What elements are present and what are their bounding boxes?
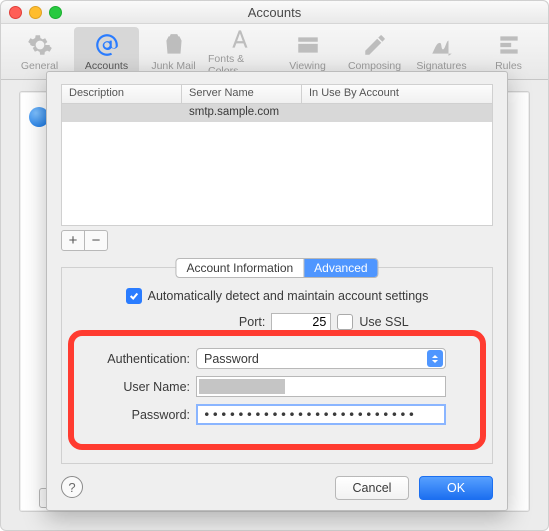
fonts-icon [227, 26, 255, 52]
minimize-window-button[interactable] [29, 6, 42, 19]
close-window-button[interactable] [9, 6, 22, 19]
trash-bag-icon [160, 31, 188, 59]
port-label: Port: [145, 315, 265, 329]
username-label: User Name: [62, 380, 190, 394]
toolbar-item-rules[interactable]: Rules [476, 27, 541, 77]
toolbar-item-composing[interactable]: Composing [342, 27, 407, 77]
cell-inuse [302, 104, 492, 122]
username-input[interactable] [196, 376, 446, 397]
authentication-value: Password [204, 352, 259, 366]
remove-server-button[interactable]: − [85, 231, 107, 250]
toolbar-item-accounts[interactable]: Accounts [74, 27, 139, 77]
toolbar-item-general[interactable]: General [7, 27, 72, 77]
cancel-button[interactable]: Cancel [335, 476, 409, 500]
password-row: Password: ••••••••••••••••••••••••• [62, 404, 492, 425]
server-settings-pane: Account Information Advanced Automatical… [61, 267, 493, 464]
port-input[interactable] [271, 313, 331, 331]
server-add-remove: + − [61, 230, 108, 251]
help-button[interactable]: ? [61, 476, 83, 498]
toolbar-item-signatures[interactable]: Signatures [409, 27, 474, 77]
authentication-row: Authentication: Password [62, 348, 492, 369]
toolbar-item-viewing[interactable]: Viewing [275, 27, 340, 77]
window-controls [9, 6, 62, 19]
auto-detect-checkbox[interactable] [126, 288, 142, 304]
toolbar-item-fonts[interactable]: Fonts & Colors [208, 27, 273, 77]
cell-server: smtp.sample.com [182, 104, 302, 122]
smtp-server-sheet: Description Server Name In Use By Accoun… [46, 71, 508, 511]
col-in-use[interactable]: In Use By Account [302, 85, 492, 103]
tab-account-information[interactable]: Account Information [176, 259, 304, 277]
add-server-button[interactable]: + [62, 231, 85, 250]
ok-button[interactable]: OK [419, 476, 493, 500]
use-ssl-label: Use SSL [359, 315, 408, 329]
window-title: Accounts [248, 5, 301, 20]
col-server-name[interactable]: Server Name [182, 85, 302, 103]
chevron-updown-icon [427, 350, 443, 367]
compose-icon [361, 31, 389, 59]
password-input[interactable]: ••••••••••••••••••••••••• [196, 404, 446, 425]
tab-advanced[interactable]: Advanced [304, 259, 377, 277]
signature-icon [428, 31, 456, 59]
authentication-select[interactable]: Password [196, 348, 446, 369]
auto-detect-row: Automatically detect and maintain accoun… [62, 288, 492, 304]
smtp-server-table[interactable]: Description Server Name In Use By Accoun… [61, 84, 493, 226]
col-description[interactable]: Description [62, 85, 182, 103]
zoom-window-button[interactable] [49, 6, 62, 19]
toolbar-item-junk[interactable]: Junk Mail [141, 27, 206, 77]
eye-icon [294, 31, 322, 59]
username-row: User Name: [62, 376, 492, 397]
cell-description [62, 104, 182, 122]
rules-icon [495, 31, 523, 59]
table-row[interactable]: smtp.sample.com [62, 104, 492, 122]
password-label: Password: [62, 408, 190, 422]
settings-tabs: Account Information Advanced [175, 258, 378, 278]
authentication-label: Authentication: [62, 352, 190, 366]
port-row: Port: Use SSL [62, 313, 492, 331]
preferences-window: Accounts General Accounts Junk Mail Font… [0, 0, 549, 531]
table-header: Description Server Name In Use By Accoun… [62, 85, 492, 104]
dialog-button-row: Cancel OK [335, 476, 493, 500]
titlebar: Accounts [1, 1, 548, 24]
at-sign-icon [93, 31, 121, 59]
auto-detect-label: Automatically detect and maintain accoun… [148, 289, 429, 303]
use-ssl-checkbox[interactable] [337, 314, 353, 330]
gear-icon [26, 31, 54, 59]
